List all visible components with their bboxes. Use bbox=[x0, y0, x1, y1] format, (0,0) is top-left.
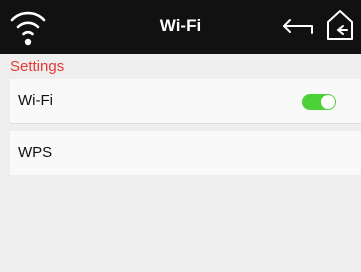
wifi-setting-row[interactable]: Wi-Fi bbox=[10, 79, 361, 123]
home-icon[interactable] bbox=[325, 8, 355, 42]
wps-label: WPS bbox=[18, 144, 53, 161]
toggle-knob bbox=[321, 95, 335, 109]
top-bar: Wi-Fi bbox=[0, 0, 361, 54]
wifi-label: Wi-Fi bbox=[18, 92, 53, 109]
wps-setting-row[interactable]: WPS bbox=[10, 131, 361, 175]
back-arrow-icon[interactable] bbox=[281, 17, 315, 37]
divider bbox=[10, 123, 361, 124]
settings-section-header: Settings bbox=[10, 58, 65, 75]
wifi-toggle[interactable] bbox=[302, 94, 336, 110]
